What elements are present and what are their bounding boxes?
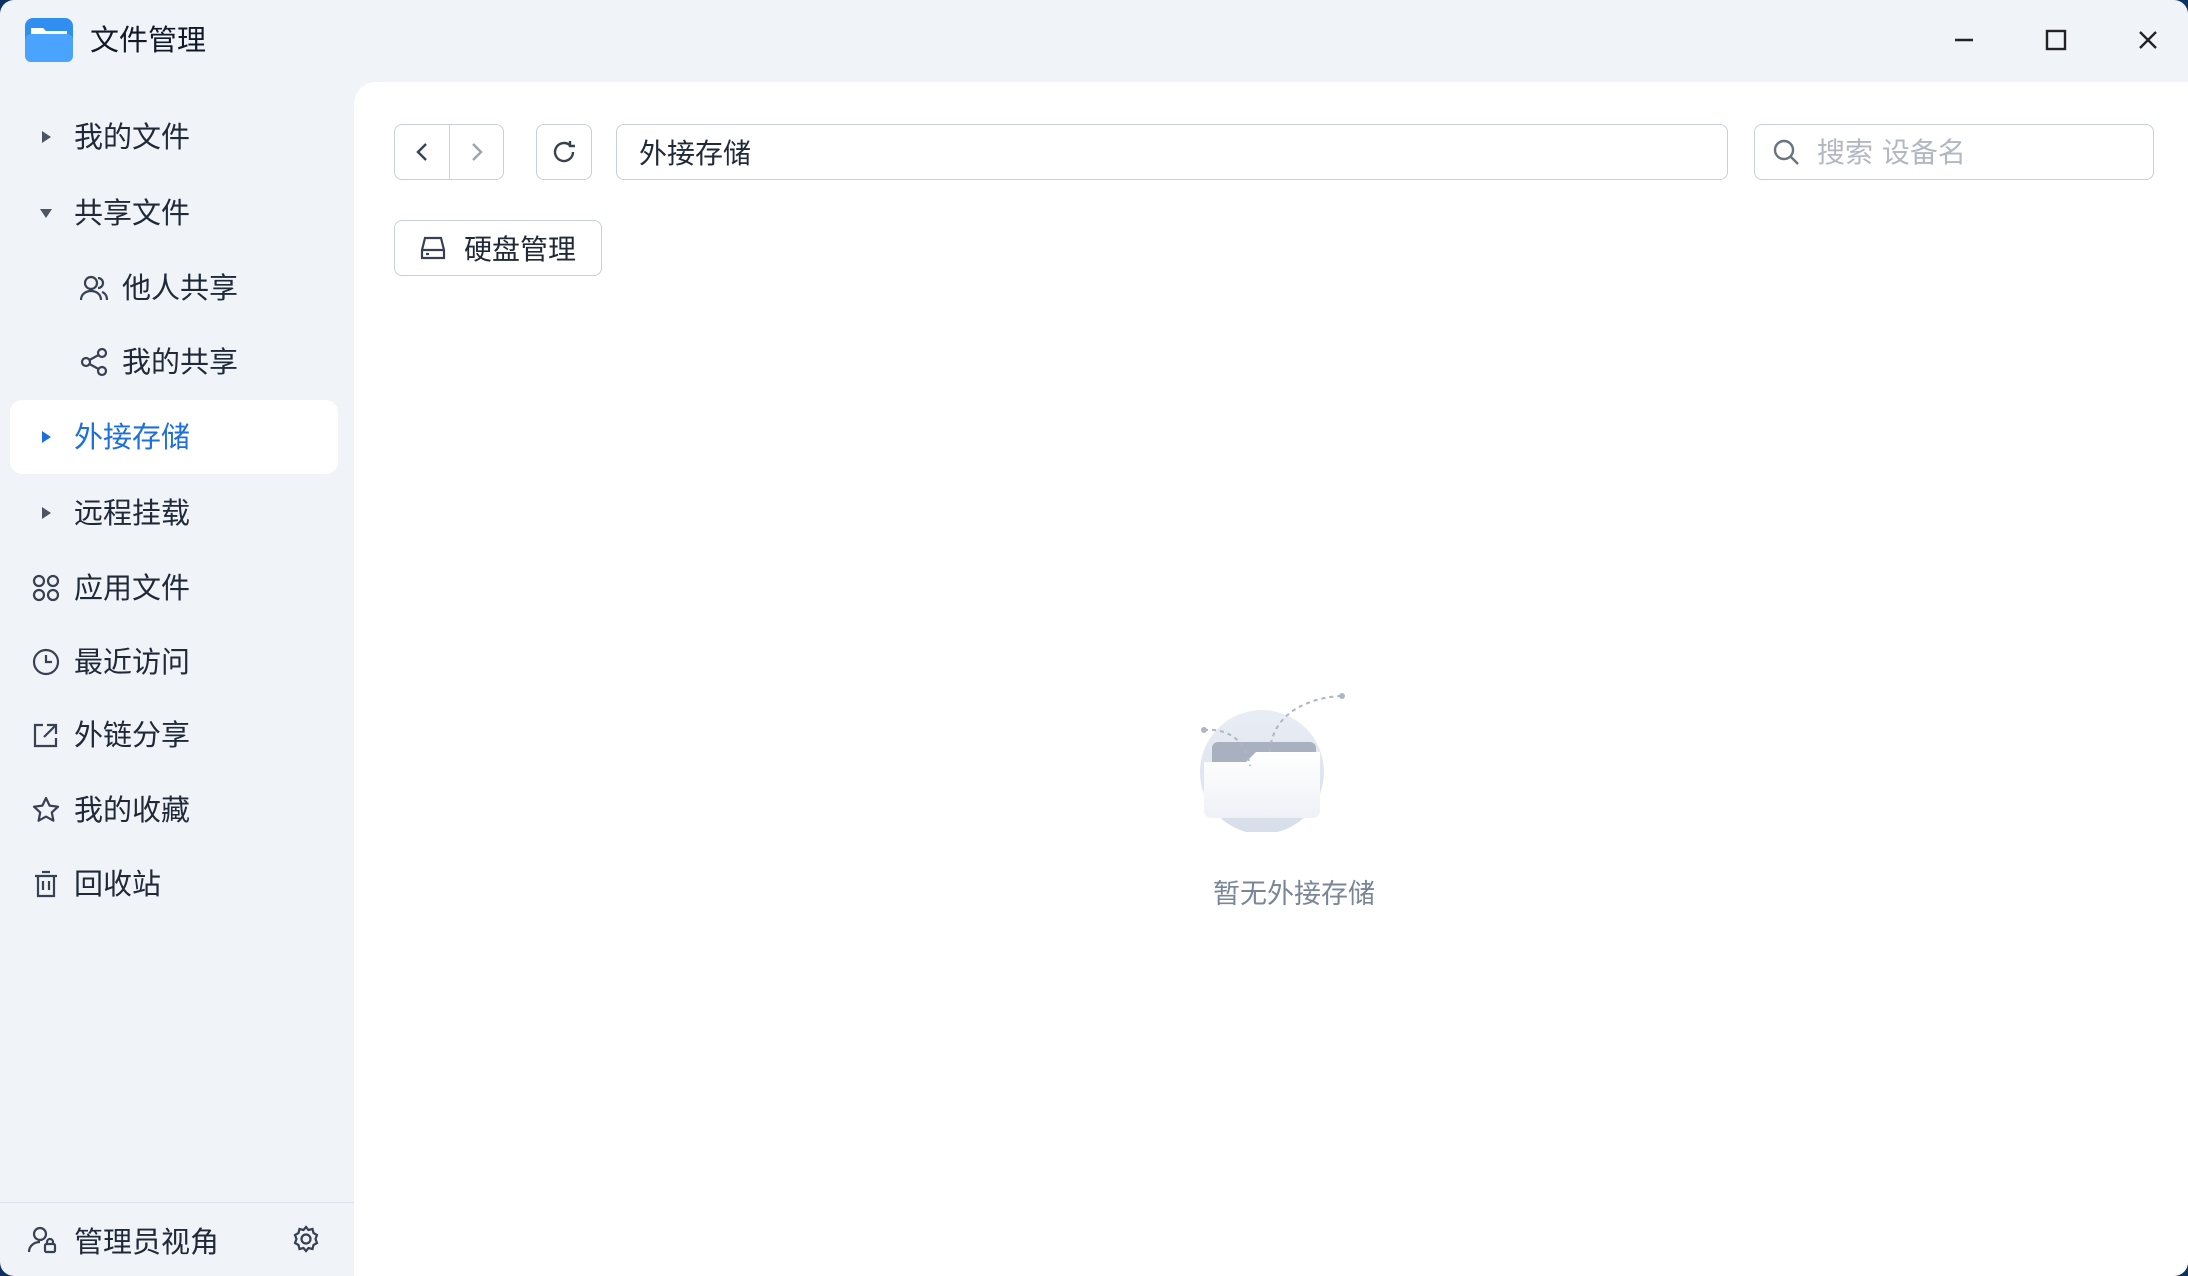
folder-app-icon	[25, 18, 73, 62]
caret-down-icon	[10, 206, 74, 220]
sidebar-item-label: 应用文件	[74, 571, 191, 605]
clock-icon	[10, 647, 74, 677]
sidebar-item-label: 我的文件	[74, 120, 191, 154]
path-bar[interactable]: 外接存储	[616, 124, 1728, 180]
empty-state-text: 暂无外接存储	[1213, 879, 1375, 910]
sidebar-item-favorites[interactable]: 我的收藏	[10, 773, 338, 847]
minimize-button[interactable]	[1944, 20, 1984, 60]
admin-user-icon	[0, 1225, 74, 1255]
sidebar-footer: 管理员视角	[0, 1202, 354, 1276]
apps-icon	[10, 573, 74, 603]
sidebar-item-my-shares[interactable]: 我的共享	[10, 325, 338, 399]
disk-manage-label: 硬盘管理	[463, 233, 576, 266]
caret-right-icon	[10, 129, 74, 145]
sidebar: 我的文件 共享文件 他人共享 我的共享 外接存储 远程挂载 应用文件 最近访问 …	[0, 80, 354, 1276]
maximize-button[interactable]	[2036, 20, 2076, 60]
file-manager-window: 文件管理 我的文件 共享文件 他人共享 我的共享 外接存储 远程挂载 应用文件 …	[0, 0, 2188, 1276]
sidebar-item-shared-files[interactable]: 共享文件	[10, 176, 338, 250]
sidebar-item-external-links[interactable]: 外链分享	[10, 698, 338, 772]
external-share-icon	[10, 720, 74, 750]
hard-drive-icon	[420, 236, 446, 260]
sidebar-item-label: 远程挂载	[74, 496, 191, 530]
admin-view-label: 管理员视角	[74, 1224, 220, 1259]
chevron-left-icon	[416, 143, 427, 161]
maximize-icon	[2045, 29, 2067, 51]
search-icon	[1755, 137, 1817, 167]
close-button[interactable]	[2128, 20, 2168, 60]
disk-manage-button[interactable]: 硬盘管理	[394, 220, 602, 276]
title-bar: 文件管理	[0, 0, 2188, 80]
sidebar-item-label: 我的共享	[122, 345, 239, 379]
sidebar-item-remote-mount[interactable]: 远程挂载	[10, 476, 338, 550]
users-icon	[10, 273, 122, 303]
settings-button[interactable]	[288, 1221, 324, 1257]
search-box[interactable]	[1754, 124, 2154, 180]
main-panel: 外接存储 硬盘管理	[354, 82, 2188, 1276]
app-title: 文件管理	[90, 23, 207, 57]
trash-icon	[10, 869, 74, 899]
minimize-icon	[1955, 38, 1973, 42]
refresh-icon	[553, 141, 575, 163]
sidebar-item-label: 外接存储	[74, 420, 191, 454]
sidebar-item-label: 最近访问	[74, 645, 191, 679]
star-icon	[10, 795, 74, 825]
refresh-button[interactable]	[536, 124, 592, 180]
path-text: 外接存储	[639, 137, 752, 170]
share-icon	[10, 347, 122, 377]
close-icon	[2139, 31, 2157, 49]
history-nav	[394, 124, 504, 180]
sidebar-item-label: 回收站	[74, 867, 162, 901]
sidebar-item-app-files[interactable]: 应用文件	[10, 551, 338, 625]
sidebar-item-label: 外链分享	[74, 718, 191, 752]
sidebar-item-label: 我的收藏	[74, 793, 191, 827]
sidebar-item-label: 他人共享	[122, 271, 239, 305]
sidebar-item-shared-by-others[interactable]: 他人共享	[10, 251, 338, 325]
admin-view-toggle[interactable]: 管理员视角	[0, 1219, 219, 1261]
empty-folder-illustration	[1200, 692, 1372, 834]
caret-right-icon	[10, 429, 74, 445]
sidebar-item-recent[interactable]: 最近访问	[10, 625, 338, 699]
sidebar-item-label: 共享文件	[74, 196, 191, 230]
caret-right-icon	[10, 505, 74, 521]
sidebar-item-my-files[interactable]: 我的文件	[10, 100, 338, 174]
forward-button[interactable]	[449, 125, 503, 179]
chevron-right-icon	[471, 143, 483, 161]
gear-icon	[293, 1225, 319, 1253]
sidebar-item-trash[interactable]: 回收站	[10, 847, 338, 921]
search-input[interactable]	[1817, 135, 2137, 169]
sidebar-item-external-storage[interactable]: 外接存储	[10, 400, 338, 474]
back-button[interactable]	[395, 125, 449, 179]
